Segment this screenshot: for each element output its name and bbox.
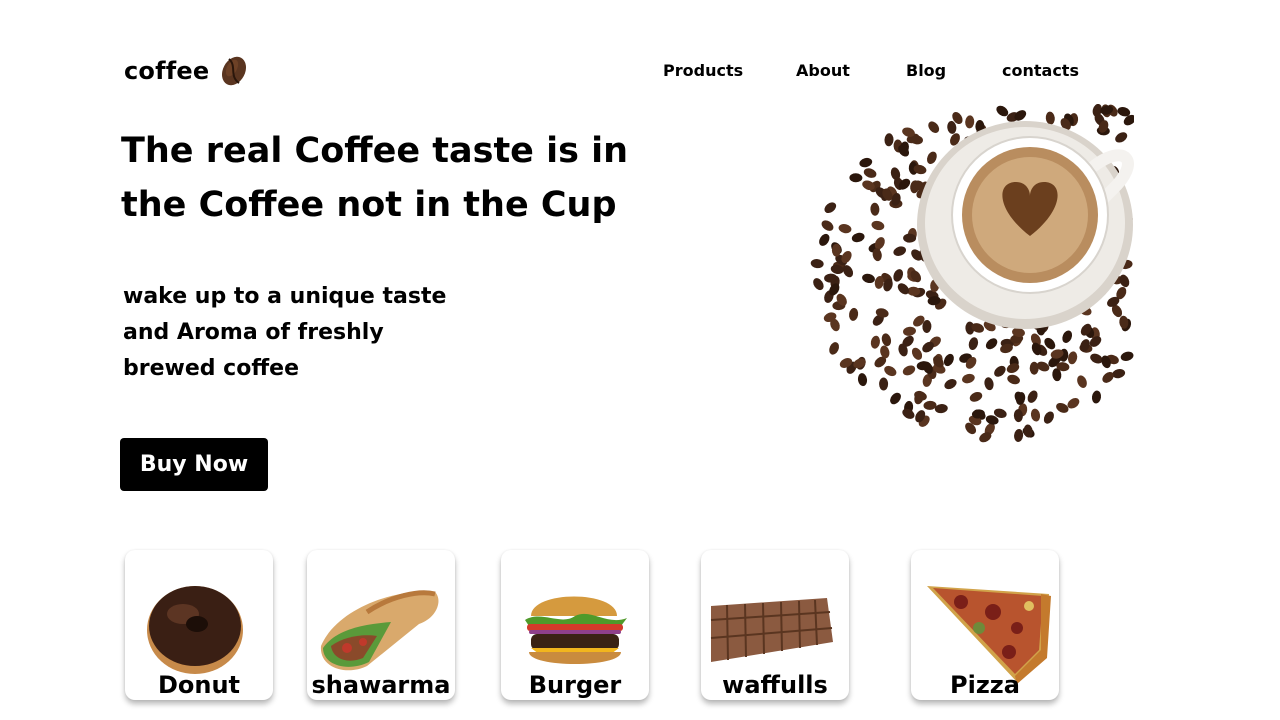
coffee-bean — [1091, 390, 1102, 404]
donut-label: Donut — [157, 671, 241, 699]
coffee-bean — [819, 233, 830, 246]
nav-about[interactable]: About — [796, 61, 850, 80]
coffee-bean — [1043, 411, 1054, 424]
shawarma-label: shawarma — [311, 671, 451, 699]
coffee-bean — [859, 157, 873, 168]
main-nav: Products About Blog contacts — [0, 61, 1280, 83]
coffee-bean — [927, 151, 937, 165]
coffee-bean — [813, 278, 824, 291]
coffee-bean — [829, 342, 839, 355]
coffee-bean — [985, 338, 998, 350]
subtext-line-1: wake up to a unique taste — [123, 284, 447, 309]
coffee-bean — [884, 133, 894, 147]
coffee-bean — [1115, 132, 1128, 143]
coffee-bean — [965, 115, 975, 129]
coffee-bean — [849, 173, 863, 183]
coffee-bean — [1007, 374, 1020, 385]
coffee-bean — [928, 121, 940, 133]
waffle-label: waffulls — [722, 671, 828, 699]
coffee-bean — [851, 232, 865, 243]
coffee-bean — [862, 273, 875, 284]
menu-card-waffle[interactable]: waffulls — [701, 550, 849, 700]
coffee-bean — [911, 347, 923, 360]
headline-line-2: the Coffee not in the Cup — [121, 185, 617, 225]
nav-blog[interactable]: Blog — [906, 61, 946, 80]
coffee-bean — [903, 326, 916, 336]
coffee-bean — [1045, 111, 1055, 125]
coffee-bean — [857, 373, 868, 387]
coffee-bean — [969, 392, 983, 402]
coffee-bean — [879, 377, 889, 391]
coffee-bean — [1062, 330, 1073, 343]
coffee-bean — [824, 202, 837, 214]
coffee-bean — [1056, 402, 1069, 413]
hero-headline: The real Coffee taste is in the Coffee n… — [121, 124, 641, 232]
coffee-bean — [863, 168, 877, 178]
coffee-bean — [890, 392, 901, 405]
subtext-line-3: brewed coffee — [123, 356, 299, 381]
hero-subtext: wake up to a unique taste and Aroma of f… — [123, 279, 483, 387]
nav-contacts[interactable]: contacts — [1002, 61, 1079, 80]
coffee-bean — [943, 353, 954, 367]
buy-now-button[interactable]: Buy Now — [120, 438, 268, 491]
menu-card-burger[interactable]: Burger — [501, 550, 649, 700]
pizza-label: Pizza — [950, 671, 1020, 699]
coffee-bean — [923, 400, 937, 410]
coffee-bean — [1067, 351, 1078, 365]
subtext-line-2: and Aroma of freshly — [123, 320, 384, 345]
coffee-bean — [944, 379, 957, 390]
headline-line-1: The real Coffee taste is in — [121, 131, 629, 171]
coffee-bean — [893, 269, 904, 282]
coffee-bean — [962, 373, 975, 384]
coffee-bean — [1112, 368, 1126, 379]
coffee-bean — [1027, 390, 1038, 403]
coffee-bean — [810, 259, 824, 269]
coffee-bean — [902, 365, 916, 376]
coffee-bean — [968, 337, 979, 350]
coffee-bean — [870, 335, 880, 349]
menu-card-pizza[interactable]: Pizza — [911, 550, 1059, 700]
coffee-bean — [1014, 429, 1024, 442]
coffee-bean — [821, 220, 834, 231]
burger-label: Burger — [528, 671, 622, 699]
menu-card-donut[interactable]: Donut — [125, 550, 273, 700]
coffee-bean — [881, 333, 892, 347]
coffee-bean — [1077, 375, 1087, 388]
coffee-bean — [871, 220, 885, 231]
hero-coffee-image — [810, 104, 1134, 443]
coffee-bean — [849, 307, 859, 321]
menu-card-shawarma[interactable]: shawarma — [307, 550, 455, 700]
coffee-bean — [831, 243, 841, 257]
coffee-bean — [1120, 351, 1134, 361]
coffee-bean — [884, 365, 897, 377]
coffee-bean — [994, 365, 1006, 377]
nav-products[interactable]: Products — [663, 61, 743, 80]
coffee-bean — [838, 223, 852, 234]
coffee-bean — [984, 377, 994, 391]
coffee-bean — [893, 246, 906, 256]
coffee-bean — [870, 202, 880, 216]
coffee-bean — [1030, 408, 1041, 422]
coffee-cup — [917, 121, 1134, 329]
